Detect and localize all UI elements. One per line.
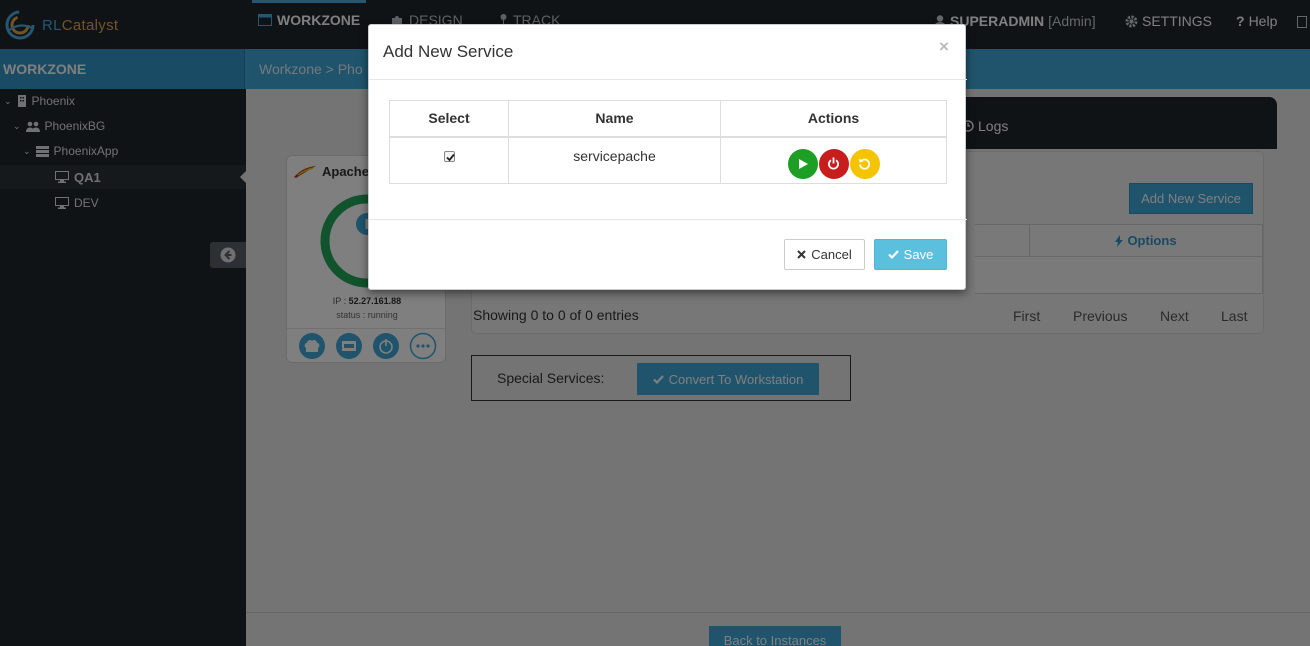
cancel-label: Cancel: [811, 247, 852, 262]
stop-service-button[interactable]: [818, 148, 849, 179]
cancel-button[interactable]: Cancel: [784, 239, 865, 270]
column-actions: Actions: [720, 100, 947, 138]
column-name: Name: [508, 100, 721, 138]
checkmark-icon: [445, 153, 455, 161]
close-icon[interactable]: ×: [939, 37, 949, 57]
add-new-service-modal: Add New Service × Select Name Actions se…: [368, 24, 967, 290]
actions-cell: [720, 136, 947, 184]
service-select-table: Select Name Actions servicepache: [389, 100, 947, 184]
save-label: Save: [903, 247, 934, 262]
column-select: Select: [389, 100, 509, 138]
table-row: servicepache: [389, 136, 947, 184]
restart-service-button[interactable]: [849, 148, 880, 179]
select-cell: [389, 136, 509, 184]
service-checkbox[interactable]: [443, 150, 455, 162]
save-button[interactable]: Save: [874, 239, 947, 270]
close-icon: [797, 250, 806, 259]
service-name: servicepache: [508, 136, 721, 184]
restart-icon: [859, 158, 871, 170]
play-icon: [798, 158, 808, 169]
check-icon: [887, 250, 899, 259]
modal-title: Add New Service: [383, 42, 514, 61]
power-icon: [828, 157, 839, 170]
start-service-button[interactable]: [787, 148, 818, 179]
modal-header-divider: [369, 79, 967, 80]
modal-footer-divider: [369, 219, 967, 220]
